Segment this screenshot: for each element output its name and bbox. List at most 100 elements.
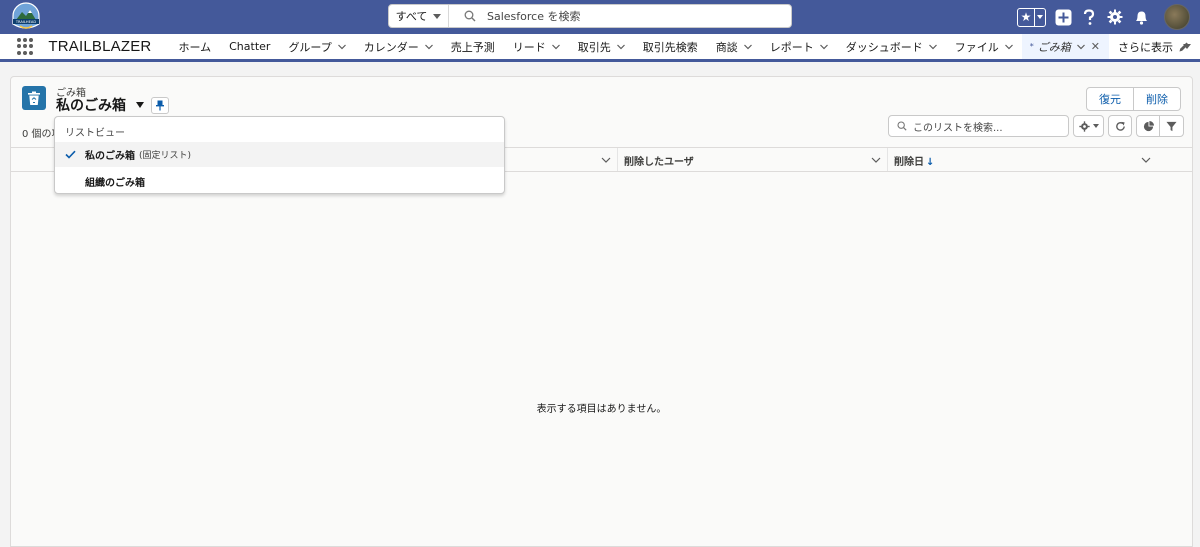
nav-item-leads[interactable]: リード <box>504 34 569 59</box>
pin-icon <box>156 100 164 111</box>
list-view-option-label: 組織のごみ箱 <box>85 178 145 189</box>
list-search-placeholder: このリストを検索... <box>913 122 1003 134</box>
column-menu-chevron-icon[interactable] <box>601 156 611 164</box>
global-header: TRAILHEAD すべて Salesforce を検索 ★ <box>0 0 1200 34</box>
column-header-deleted-date[interactable]: 削除日 ↓ <box>894 153 934 168</box>
nav-item-label: ダッシュボード <box>845 40 923 54</box>
nav-item-label: 売上予測 <box>450 40 495 54</box>
list-view-title: 私のごみ箱 <box>56 98 126 114</box>
nav-item-groups[interactable]: グループ <box>279 34 354 59</box>
list-view-option-suffix: (固定リスト) <box>139 151 192 161</box>
setup-gear-icon[interactable] <box>1106 8 1124 26</box>
pin-list-view-button[interactable] <box>151 97 169 114</box>
trailhead-logo[interactable]: TRAILHEAD <box>10 2 42 32</box>
nav-item-calendar[interactable]: カレンダー <box>355 34 442 59</box>
pie-chart-icon <box>1143 120 1154 131</box>
nav-item-label: リード <box>512 40 546 54</box>
search-scope-label: すべて <box>395 10 428 23</box>
help-icon[interactable] <box>1080 8 1098 26</box>
list-view-controls-button[interactable] <box>1073 115 1104 137</box>
refresh-button[interactable] <box>1108 115 1132 137</box>
nav-item-reports[interactable]: レポート <box>761 34 837 59</box>
global-search[interactable]: すべて Salesforce を検索 <box>388 4 792 28</box>
search-icon <box>457 10 483 22</box>
search-input[interactable]: Salesforce を検索 <box>487 8 580 24</box>
chevron-down-icon[interactable] <box>337 43 346 51</box>
chevron-down-icon[interactable] <box>616 43 625 51</box>
caret-down-icon <box>1092 124 1099 128</box>
nav-item-label: レポート <box>769 40 814 54</box>
recycle-bin-object-icon <box>22 86 46 110</box>
chevron-down-icon[interactable] <box>424 43 433 51</box>
filter-icon <box>1166 121 1177 131</box>
app-launcher-icon[interactable] <box>17 37 34 56</box>
app-navigation-bar: TRAILBLAZER ホーム Chatter グループ カレンダー 売上予測 … <box>0 34 1200 62</box>
nav-more-label: さらに表示 <box>1118 40 1173 54</box>
nav-item-label: ファイル <box>954 40 999 54</box>
chevron-down-icon[interactable] <box>819 43 828 51</box>
nav-item-label: 取引先 <box>577 40 611 54</box>
chevron-down-icon[interactable] <box>1004 43 1013 51</box>
app-name: TRAILBLAZER <box>48 38 152 55</box>
refresh-icon <box>1115 121 1125 131</box>
nav-item-opportunities[interactable]: 商談 <box>707 34 761 59</box>
nav-item-label: 取引先検索 <box>642 40 698 54</box>
unsaved-tab-marker-icon: * <box>1029 42 1034 51</box>
favorites-star-icon[interactable]: ★ <box>1018 8 1035 26</box>
user-avatar[interactable] <box>1164 4 1190 30</box>
nav-item-label: ホーム <box>178 40 212 54</box>
nav-item-accounts[interactable]: 取引先 <box>569 34 634 59</box>
chart-button[interactable] <box>1137 116 1161 136</box>
column-header-deleted-by[interactable]: 削除したユーザ <box>624 153 694 168</box>
gear-icon <box>1078 120 1090 132</box>
caret-down-icon <box>433 13 442 19</box>
nav-item-home[interactable]: ホーム <box>169 34 220 59</box>
filter-button[interactable] <box>1160 116 1183 136</box>
check-icon <box>55 150 85 159</box>
close-tab-icon[interactable]: ✕ <box>1091 40 1100 53</box>
nav-item-forecasts[interactable]: 売上予測 <box>442 34 504 59</box>
header-button-group: 復元 削除 <box>1086 87 1181 111</box>
nav-item-dashboards[interactable]: ダッシュボード <box>837 34 946 59</box>
column-menu-chevron-icon[interactable] <box>871 156 881 164</box>
header-utility-icons: ★ <box>1017 0 1190 34</box>
nav-item-account-search[interactable]: 取引先検索 <box>634 34 707 59</box>
chart-filter-button-group <box>1136 115 1184 137</box>
search-scope-select[interactable]: すべて <box>389 5 449 27</box>
chevron-down-icon[interactable] <box>928 43 937 51</box>
logo-text: TRAILHEAD <box>15 20 36 24</box>
nav-item-label: Chatter <box>229 40 271 53</box>
nav-item-label: ごみ箱 <box>1037 40 1071 54</box>
nav-item-recycle-bin[interactable]: * ごみ箱 ✕ <box>1021 34 1110 62</box>
list-view-option-label: 私のごみ箱 <box>85 151 135 162</box>
chevron-down-icon[interactable] <box>743 43 752 51</box>
edit-nav-pencil-icon[interactable] <box>1178 41 1190 53</box>
nav-item-label: 商談 <box>715 40 738 54</box>
caret-down-icon[interactable] <box>136 102 144 108</box>
empty-state-message: 表示する項目はありません。 <box>536 404 667 415</box>
delete-button[interactable]: 削除 <box>1134 87 1181 111</box>
column-header-label: 削除日 <box>894 157 924 168</box>
dropdown-header: リストビュー <box>65 128 125 139</box>
column-menu-chevron-icon[interactable] <box>1141 156 1151 164</box>
chevron-down-icon[interactable] <box>1076 43 1085 51</box>
list-view-dropdown: リストビュー 私のごみ箱 (固定リスト) 組織のごみ箱 <box>54 116 505 194</box>
notifications-bell-icon[interactable] <box>1132 8 1150 26</box>
column-divider <box>617 148 618 171</box>
list-view-option-org-recycle-bin[interactable]: 組織のごみ箱 <box>55 169 504 194</box>
nav-item-chatter[interactable]: Chatter <box>220 34 279 59</box>
list-search-input[interactable]: このリストを検索... <box>888 115 1069 137</box>
restore-button[interactable]: 復元 <box>1086 87 1134 111</box>
search-icon <box>897 121 907 131</box>
list-view-selector[interactable]: 私のごみ箱 <box>56 95 144 115</box>
favorites-dropdown-icon[interactable] <box>1035 9 1045 26</box>
nav-item-label: カレンダー <box>363 40 419 54</box>
nav-item-label: グループ <box>288 40 332 54</box>
global-add-icon[interactable] <box>1054 8 1072 26</box>
list-view-option-my-recycle-bin[interactable]: 私のごみ箱 (固定リスト) <box>55 142 504 167</box>
sort-descending-icon: ↓ <box>926 157 935 168</box>
column-divider <box>887 148 888 171</box>
nav-item-files[interactable]: ファイル <box>946 34 1022 59</box>
chevron-down-icon[interactable] <box>551 43 560 51</box>
favorites-button-group: ★ <box>1017 7 1046 27</box>
